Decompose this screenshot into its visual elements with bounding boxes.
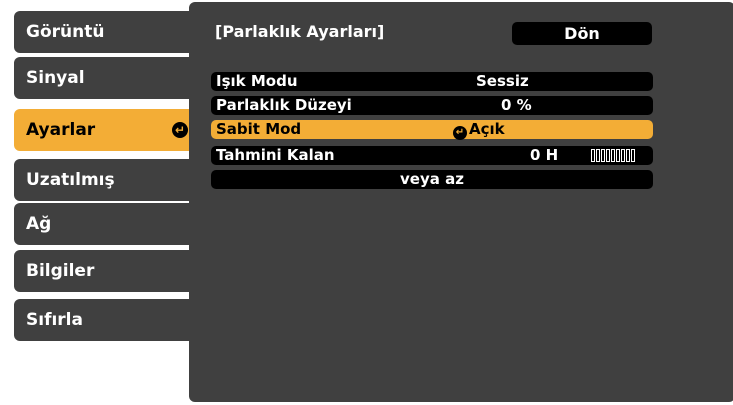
back-button[interactable]: Dön xyxy=(512,22,652,45)
row-tahmini-kalan-note: veya az xyxy=(211,170,653,189)
sidebar-item-sinyal[interactable]: Sinyal xyxy=(14,57,198,99)
bar-segment xyxy=(631,149,635,162)
remaining-life-bar xyxy=(591,149,635,162)
sidebar-item-label: Sıfırla xyxy=(26,310,83,330)
bar-segment xyxy=(626,149,630,162)
projector-menu: Görüntü Sinyal Ayarlar ↵ Uzatılmış Ağ Bi… xyxy=(4,0,733,405)
row-value: 0 H xyxy=(530,146,559,164)
row-label: Işık Modu xyxy=(216,72,298,90)
row-sabit-mod[interactable]: Sabit Mod ↵ Açık xyxy=(211,120,653,140)
enter-return-icon: ↵ xyxy=(453,126,467,140)
sidebar-item-label: Sinyal xyxy=(26,68,85,88)
sidebar-item-sifirla[interactable]: Sıfırla xyxy=(14,299,198,341)
row-value: Açık xyxy=(469,120,505,138)
enter-return-icon: ↵ xyxy=(172,122,188,138)
bar-segment xyxy=(606,149,610,162)
sidebar-item-uzatilmis[interactable]: Uzatılmış xyxy=(14,159,198,201)
row-value: Sessiz xyxy=(476,72,529,90)
sidebar-item-label: Ayarlar xyxy=(26,120,96,140)
bar-segment xyxy=(616,149,620,162)
bar-segment xyxy=(611,149,615,162)
sidebar-item-goruntu[interactable]: Görüntü xyxy=(14,11,198,53)
bar-segment xyxy=(591,149,595,162)
sidebar-item-label: Uzatılmış xyxy=(26,170,115,190)
row-label: Tahmini Kalan xyxy=(216,146,335,164)
sidebar-item-ag[interactable]: Ağ xyxy=(14,203,198,245)
settings-panel: [Parlaklık Ayarları] Dön Işık Modu Sessi… xyxy=(189,2,733,402)
row-label: Parlaklık Düzeyi xyxy=(216,96,352,114)
row-tahmini-kalan: Tahmini Kalan 0 H xyxy=(211,146,653,165)
sidebar-item-label: Bilgiler xyxy=(26,261,95,281)
bar-segment xyxy=(596,149,600,162)
sidebar-item-ayarlar[interactable]: Ayarlar ↵ xyxy=(14,109,198,151)
sidebar-item-label: Görüntü xyxy=(26,22,105,42)
row-parlaklik-duzeyi[interactable]: Parlaklık Düzeyi 0 % xyxy=(211,96,653,115)
bar-segment xyxy=(601,149,605,162)
sidebar-item-bilgiler[interactable]: Bilgiler xyxy=(14,250,198,292)
row-isik-modu[interactable]: Işık Modu Sessiz xyxy=(211,72,653,91)
sidebar-item-label: Ağ xyxy=(26,214,52,234)
panel-title: [Parlaklık Ayarları] xyxy=(215,22,385,41)
row-label: Sabit Mod xyxy=(216,120,302,138)
bar-segment xyxy=(621,149,625,162)
row-value: 0 % xyxy=(501,96,532,114)
row-value: veya az xyxy=(400,170,464,188)
row-value-wrap: ↵ Açık xyxy=(453,120,505,140)
